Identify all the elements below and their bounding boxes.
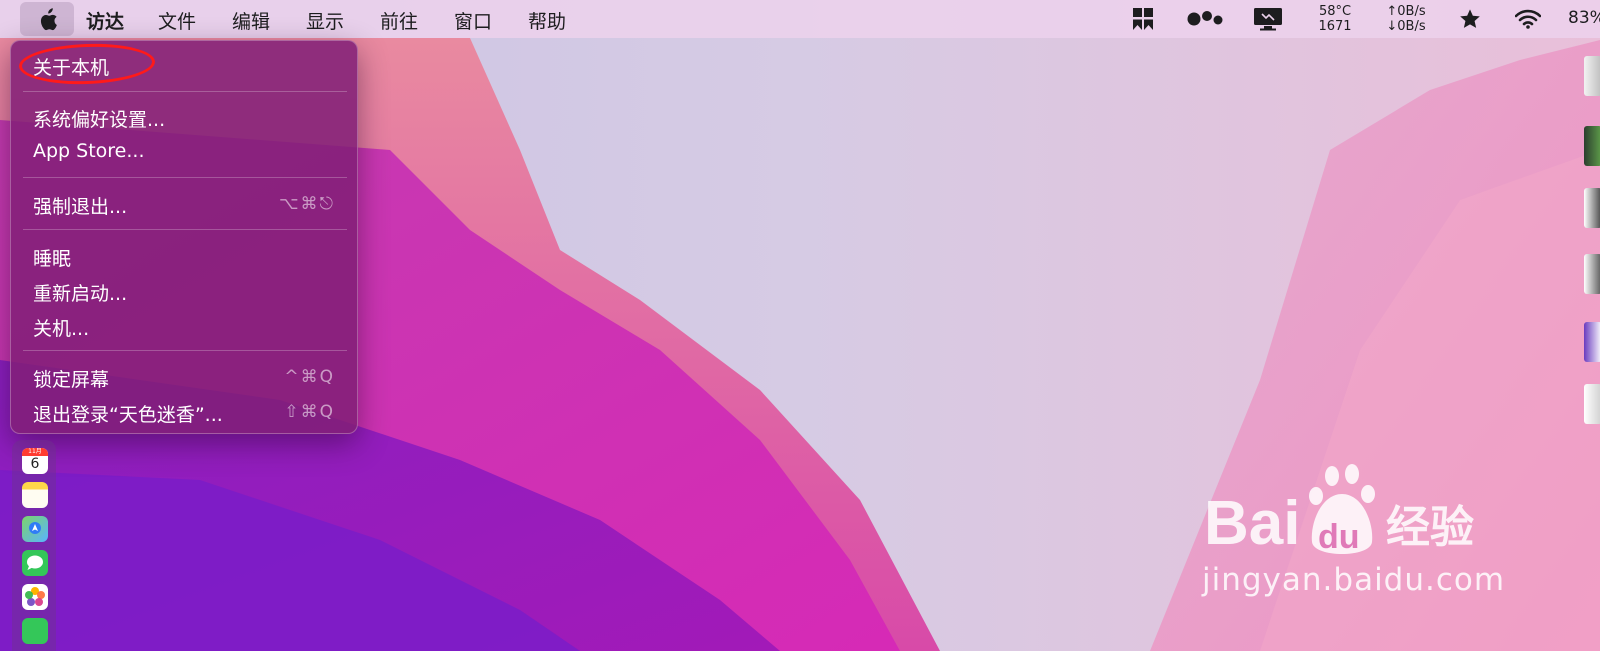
maps-icon[interactable] xyxy=(22,516,48,542)
menu-view[interactable]: 显示 xyxy=(306,7,344,34)
bookmark-grid-status[interactable] xyxy=(1130,0,1156,38)
photos-icon[interactable] xyxy=(22,584,48,610)
photos-flower-icon xyxy=(25,587,45,606)
messages-bubble-icon xyxy=(27,555,43,570)
dots-status[interactable] xyxy=(1186,0,1226,38)
svg-text:du: du xyxy=(1318,518,1360,556)
menu-help[interactable]: 帮助 xyxy=(528,7,566,34)
desktop-file-icon[interactable] xyxy=(1584,56,1600,96)
menu-item-restart[interactable]: 重新启动... xyxy=(33,279,127,306)
fan-speed-readout: 1671 xyxy=(1318,19,1352,34)
temperature-readout: 58°C xyxy=(1318,4,1352,19)
menu-window[interactable]: 窗口 xyxy=(454,7,492,34)
apple-logo-icon xyxy=(40,8,57,31)
star-icon xyxy=(1460,9,1480,28)
bookmark-grid-icon xyxy=(1133,8,1153,30)
menu-bar: 访达 文件 编辑 显示 前往 窗口 帮助 58°C 1671 ↑0B/s ↓0B… xyxy=(0,0,1600,38)
desktop-text-file-icon[interactable] xyxy=(1584,384,1600,424)
menu-edit[interactable]: 编辑 xyxy=(232,7,270,34)
display-status[interactable] xyxy=(1252,0,1284,38)
desktop-media-icon[interactable] xyxy=(1584,322,1600,362)
calendar-icon[interactable]: 11月 6 xyxy=(22,448,48,474)
menu-separator xyxy=(23,229,347,230)
network-speed-status[interactable]: ↑0B/s ↓0B/s xyxy=(1378,0,1434,38)
desktop-image-icon[interactable] xyxy=(1584,254,1600,294)
apple-menu-button[interactable] xyxy=(20,2,74,36)
menu-item-app-store[interactable]: App Store... xyxy=(33,140,145,162)
desktop-document-icon[interactable] xyxy=(1584,188,1600,228)
menu-finder[interactable]: 访达 xyxy=(86,7,124,34)
net-upload-readout: ↑0B/s xyxy=(1386,4,1426,19)
apple-menu-dropdown: 关于本机 系统偏好设置... App Store... 强制退出... ⌥⌘⎋ … xyxy=(10,40,358,434)
wifi-icon xyxy=(1515,9,1541,29)
menu-item-force-quit[interactable]: 强制退出... xyxy=(33,192,127,219)
watermark-url: jingyan.baidu.com xyxy=(1202,562,1506,598)
menu-item-lock-screen[interactable]: 锁定屏幕 xyxy=(33,365,109,392)
display-icon xyxy=(1254,8,1282,31)
star-status[interactable] xyxy=(1456,0,1484,38)
menu-file[interactable]: 文件 xyxy=(158,7,196,34)
baidu-jingyan-watermark-logo: Bai du 经验 xyxy=(1204,464,1474,558)
menu-item-sleep[interactable]: 睡眠 xyxy=(33,244,71,271)
menu-item-about-this-mac[interactable]: 关于本机 xyxy=(33,53,109,80)
shortcut-force-quit: ⌥⌘⎋ xyxy=(278,194,335,214)
shortcut-log-out: ⇧⌘Q xyxy=(284,402,335,422)
dots-icon xyxy=(1187,11,1223,26)
menu-item-system-preferences[interactable]: 系统偏好设置... xyxy=(33,105,165,132)
desktop-app-icon[interactable] xyxy=(1584,126,1600,166)
maps-pin-icon xyxy=(29,522,41,534)
calendar-day: 6 xyxy=(30,456,40,472)
messages-icon[interactable] xyxy=(22,550,48,576)
menu-item-log-out[interactable]: 退出登录“天色迷香”... xyxy=(33,400,223,427)
dock: 11月 6 xyxy=(12,440,56,651)
calendar-month: 11月 xyxy=(22,448,48,456)
menu-separator xyxy=(23,350,347,351)
net-download-readout: ↓0B/s xyxy=(1386,19,1426,34)
wifi-status[interactable] xyxy=(1512,0,1544,38)
shortcut-lock-screen: ^⌘Q xyxy=(284,367,335,387)
notes-icon[interactable] xyxy=(22,482,48,508)
battery-percent[interactable]: 83% xyxy=(1568,8,1600,28)
menu-go[interactable]: 前往 xyxy=(380,7,418,34)
temperature-fan-status[interactable]: 58°C 1671 xyxy=(1310,0,1360,38)
menu-item-shut-down[interactable]: 关机... xyxy=(33,314,89,341)
svg-text:Bai: Bai xyxy=(1204,489,1300,558)
menu-separator xyxy=(23,91,347,92)
menu-separator xyxy=(23,177,347,178)
svg-text:经验: 经验 xyxy=(1386,502,1474,553)
facetime-icon[interactable] xyxy=(22,618,48,644)
